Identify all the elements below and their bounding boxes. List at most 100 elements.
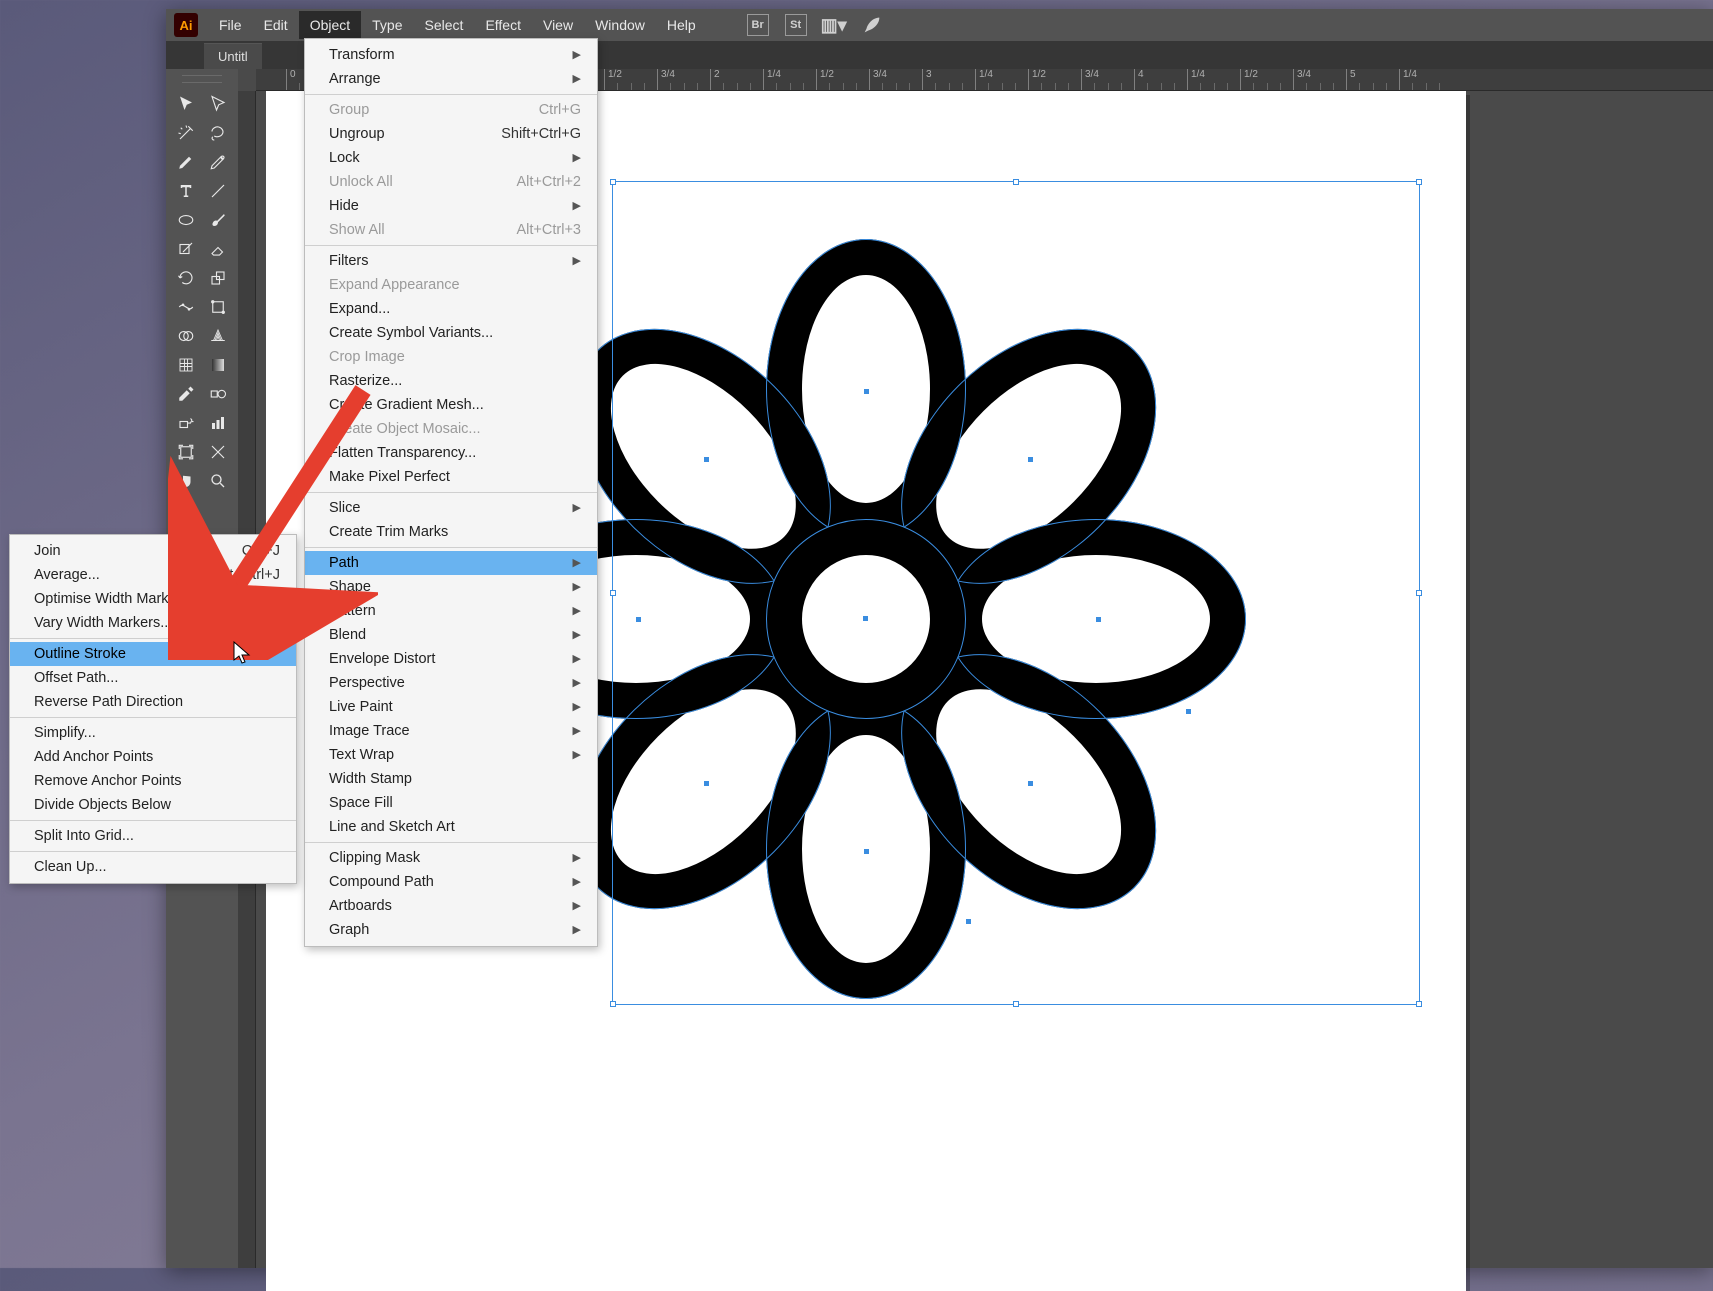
symbol-sprayer-tool-icon[interactable] — [170, 408, 202, 437]
object-menu-item[interactable]: Path▶ — [305, 551, 597, 575]
zoom-tool-icon[interactable] — [202, 466, 234, 495]
document-tab[interactable]: Untitl — [204, 43, 262, 69]
object-menu-item-label: Path — [329, 553, 359, 573]
mesh-tool-icon[interactable] — [170, 350, 202, 379]
object-menu-item[interactable]: Envelope Distort▶ — [305, 647, 597, 671]
shaper-tool-icon[interactable] — [170, 234, 202, 263]
object-menu-item[interactable]: Pattern▶ — [305, 599, 597, 623]
path-menu-item[interactable]: Vary Width Markers... — [10, 611, 296, 635]
gradient-tool-icon[interactable] — [202, 350, 234, 379]
path-menu-item[interactable]: Remove Anchor Points — [10, 769, 296, 793]
hand-tool-icon[interactable] — [170, 466, 202, 495]
object-menu-item-label: Create Trim Marks — [329, 522, 448, 542]
object-menu-item[interactable]: Image Trace▶ — [305, 719, 597, 743]
path-menu-item[interactable]: Offset Path... — [10, 666, 296, 690]
object-menu-item[interactable]: Live Paint▶ — [305, 695, 597, 719]
menu-object[interactable]: Object — [299, 11, 361, 39]
path-menu-item[interactable]: Reverse Path Direction — [10, 690, 296, 714]
direct-selection-tool-icon[interactable] — [202, 89, 234, 118]
arrange-docs-icon[interactable]: ▥▾ — [823, 14, 845, 36]
type-tool-icon[interactable] — [170, 176, 202, 205]
feather-icon[interactable] — [861, 14, 883, 36]
object-menu-item[interactable]: Text Wrap▶ — [305, 743, 597, 767]
path-menu-item[interactable]: JoinCtrl+J — [10, 539, 296, 563]
paintbrush-tool-icon[interactable] — [202, 205, 234, 234]
path-menu-item[interactable]: Optimise Width Markers — [10, 587, 296, 611]
eraser-tool-icon[interactable] — [202, 234, 234, 263]
submenu-arrow-icon: ▶ — [573, 45, 581, 65]
path-menu-item[interactable]: Add Anchor Points — [10, 745, 296, 769]
object-menu-item[interactable]: Arrange▶ — [305, 67, 597, 91]
submenu-arrow-icon: ▶ — [573, 196, 581, 216]
menu-window[interactable]: Window — [584, 11, 656, 39]
object-menu-item[interactable]: Hide▶ — [305, 194, 597, 218]
object-menu-item[interactable]: Clipping Mask▶ — [305, 846, 597, 870]
tool-panel-grip[interactable] — [182, 75, 222, 83]
object-menu-item[interactable]: Slice▶ — [305, 496, 597, 520]
blend-tool-icon[interactable] — [202, 379, 234, 408]
fill-stroke-swap-icon[interactable] — [170, 495, 202, 524]
object-menu-item[interactable]: Artboards▶ — [305, 894, 597, 918]
object-menu-item[interactable]: Create Symbol Variants... — [305, 321, 597, 345]
eyedropper-tool-icon[interactable] — [170, 379, 202, 408]
perspective-grid-tool-icon[interactable] — [202, 321, 234, 350]
object-menu-item[interactable]: Shape▶ — [305, 575, 597, 599]
object-menu-item-label: Flatten Transparency... — [329, 443, 476, 463]
scale-tool-icon[interactable] — [202, 263, 234, 292]
rotate-tool-icon[interactable] — [170, 263, 202, 292]
menu-type[interactable]: Type — [361, 11, 413, 39]
submenu-arrow-icon: ▶ — [573, 848, 581, 868]
object-menu-item[interactable]: Perspective▶ — [305, 671, 597, 695]
menu-view[interactable]: View — [532, 11, 584, 39]
path-menu-item[interactable]: Divide Objects Below — [10, 793, 296, 817]
object-menu-item[interactable]: Flatten Transparency... — [305, 441, 597, 465]
object-menu-item[interactable]: UngroupShift+Ctrl+G — [305, 122, 597, 146]
slice-tool-icon[interactable] — [202, 437, 234, 466]
lasso-tool-icon[interactable] — [202, 118, 234, 147]
path-menu-item[interactable]: Average...Alt+Ctrl+J — [10, 563, 296, 587]
column-graph-tool-icon[interactable] — [202, 408, 234, 437]
object-menu-item[interactable]: Graph▶ — [305, 918, 597, 942]
object-menu-item-label: Width Stamp — [329, 769, 412, 789]
path-menu-item[interactable]: Clean Up... — [10, 855, 296, 879]
object-menu-item[interactable]: Expand... — [305, 297, 597, 321]
object-menu-item[interactable]: Compound Path▶ — [305, 870, 597, 894]
object-menu-item[interactable]: Create Gradient Mesh... — [305, 393, 597, 417]
object-menu-item[interactable]: Blend▶ — [305, 623, 597, 647]
width-tool-icon[interactable] — [170, 292, 202, 321]
object-menu-item[interactable]: Transform▶ — [305, 43, 597, 67]
path-menu-item[interactable]: Split Into Grid... — [10, 824, 296, 848]
menu-select[interactable]: Select — [414, 11, 475, 39]
menu-effect[interactable]: Effect — [474, 11, 532, 39]
artboard-tool-icon[interactable] — [170, 437, 202, 466]
stock-icon[interactable]: St — [785, 14, 807, 36]
object-menu-item[interactable]: Width Stamp — [305, 767, 597, 791]
object-menu-item[interactable]: Space Fill — [305, 791, 597, 815]
ellipse-tool-icon[interactable] — [170, 205, 202, 234]
object-menu-item-label: Rasterize... — [329, 371, 402, 391]
menu-bar-right: Br St ▥▾ — [747, 14, 883, 36]
path-menu-item[interactable]: Outline Stroke — [10, 642, 296, 666]
shape-builder-tool-icon[interactable] — [170, 321, 202, 350]
path-menu-item-label: Simplify... — [34, 723, 96, 743]
menu-edit[interactable]: Edit — [253, 11, 299, 39]
object-menu-item[interactable]: Lock▶ — [305, 146, 597, 170]
object-menu-item[interactable]: Line and Sketch Art — [305, 815, 597, 839]
line-tool-icon[interactable] — [202, 176, 234, 205]
menu-help[interactable]: Help — [656, 11, 707, 39]
bridge-icon[interactable]: Br — [747, 14, 769, 36]
curvature-tool-icon[interactable] — [202, 147, 234, 176]
free-transform-tool-icon[interactable] — [202, 292, 234, 321]
object-menu-item[interactable]: Create Trim Marks — [305, 520, 597, 544]
tool-placeholder-icon[interactable] — [202, 495, 234, 524]
object-menu-item[interactable]: Rasterize... — [305, 369, 597, 393]
menu-file[interactable]: File — [208, 11, 253, 39]
magic-wand-tool-icon[interactable] — [170, 118, 202, 147]
path-menu-item[interactable]: Simplify... — [10, 721, 296, 745]
selection-tool-icon[interactable] — [170, 89, 202, 118]
object-menu-item[interactable]: Filters▶ — [305, 249, 597, 273]
selection-bounding-box[interactable] — [612, 181, 1420, 1005]
object-menu-item[interactable]: Make Pixel Perfect — [305, 465, 597, 489]
pen-tool-icon[interactable] — [170, 147, 202, 176]
object-menu-item-label: Show All — [329, 220, 385, 240]
